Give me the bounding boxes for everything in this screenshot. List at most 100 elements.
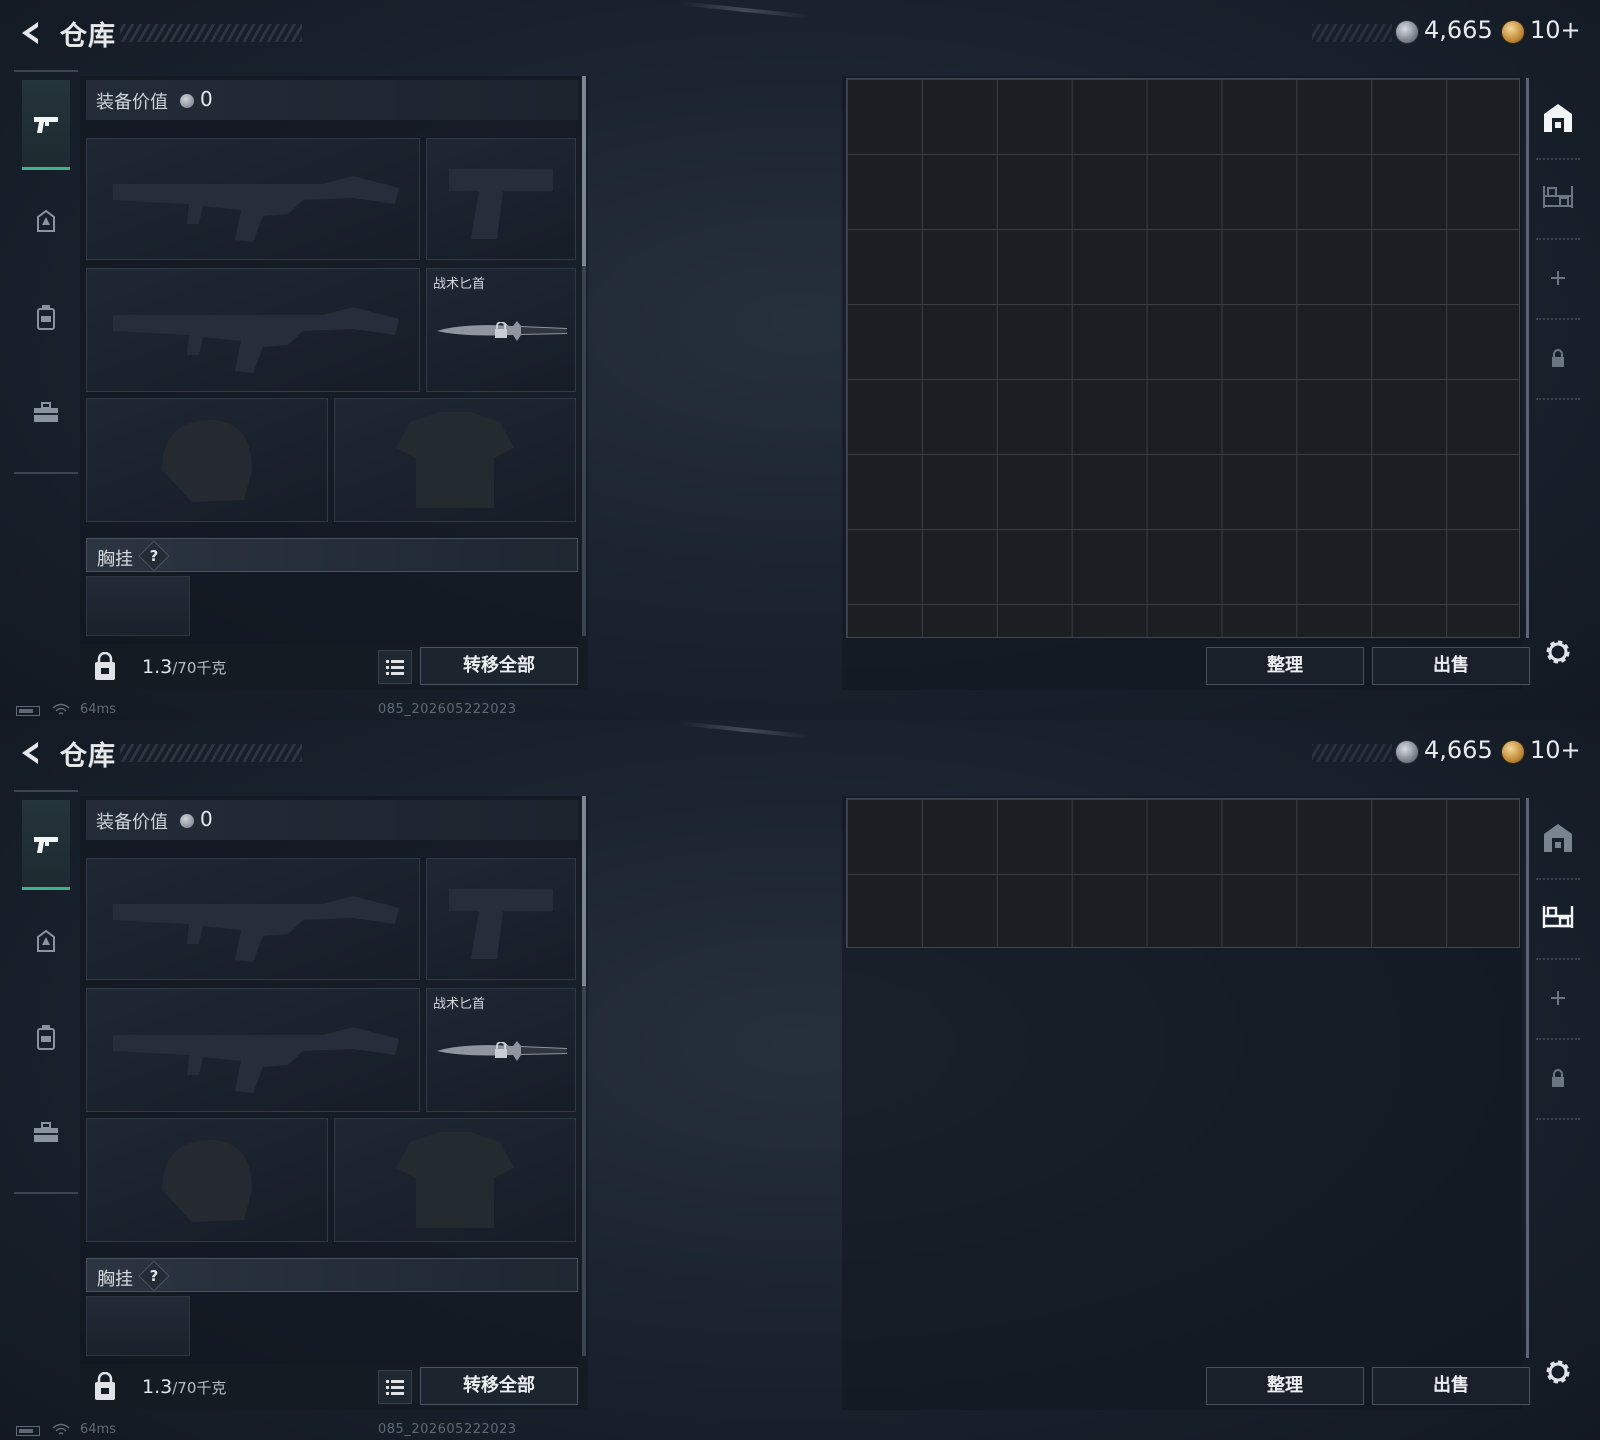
category-rail bbox=[14, 70, 78, 474]
warehouse-screen: 仓库 4,665 10+ 装备价值 0 战术匕首 胸挂 ? 1.3/70千克 转… bbox=[0, 0, 1600, 720]
equipment-scrollbar[interactable] bbox=[582, 76, 586, 636]
sidearm-slot[interactable] bbox=[426, 138, 576, 260]
page-title: 仓库 bbox=[60, 21, 116, 52]
helmet-silhouette-icon bbox=[162, 1140, 252, 1222]
chest-rig-label: 胸挂 bbox=[97, 549, 133, 570]
back-arrow-icon[interactable] bbox=[16, 18, 46, 48]
gold-currency-value[interactable]: 10+ bbox=[1530, 736, 1581, 764]
storage-tab[interactable] bbox=[1540, 100, 1576, 136]
category-supplies[interactable] bbox=[22, 1088, 70, 1178]
rail-separator bbox=[1536, 318, 1580, 320]
list-view-button[interactable] bbox=[378, 1370, 412, 1404]
equipment-scrollbar[interactable] bbox=[582, 796, 586, 1356]
primary-weapon-slot[interactable] bbox=[86, 138, 420, 260]
equipment-value-label: 装备价值 bbox=[96, 812, 168, 833]
add-icon bbox=[1551, 271, 1565, 285]
storage-grid[interactable] bbox=[846, 78, 1520, 638]
help-icon[interactable]: ? bbox=[138, 1260, 170, 1292]
sell-button[interactable]: 出售 bbox=[1372, 1367, 1530, 1405]
rifle-silhouette-icon bbox=[113, 1027, 399, 1093]
helmet-silhouette-icon bbox=[162, 420, 252, 502]
chest-rig-header: 胸挂 ? bbox=[86, 1258, 578, 1292]
list-icon bbox=[386, 660, 404, 675]
storage-tab[interactable] bbox=[1540, 820, 1576, 856]
melee-item-label: 战术匕首 bbox=[433, 997, 486, 1012]
secondary-weapon-slot[interactable] bbox=[86, 268, 420, 392]
category-rail bbox=[14, 790, 78, 1194]
sort-button[interactable]: 整理 bbox=[1206, 1367, 1364, 1405]
build-id: 085_202605222023 bbox=[378, 702, 517, 717]
melee-slot[interactable]: 战术匕首 bbox=[426, 268, 576, 392]
list-view-button[interactable] bbox=[378, 650, 412, 684]
equipment-value: 0 bbox=[200, 807, 213, 831]
category-protection[interactable] bbox=[22, 896, 70, 986]
primary-weapon-slot[interactable] bbox=[86, 858, 420, 980]
shelf-tab[interactable] bbox=[1540, 898, 1576, 934]
silver-currency-value: 4,665 bbox=[1424, 16, 1493, 44]
locked-storage-tab[interactable] bbox=[1540, 1060, 1576, 1096]
rifle-silhouette-icon bbox=[113, 176, 399, 242]
add-storage-tab[interactable] bbox=[1540, 260, 1576, 296]
chest-rig-slot[interactable] bbox=[86, 576, 190, 636]
armor-slot[interactable] bbox=[334, 1118, 576, 1242]
helmet-slot[interactable] bbox=[86, 398, 328, 522]
gold-coin-icon bbox=[1502, 741, 1524, 763]
storage-grid[interactable] bbox=[846, 798, 1520, 948]
help-icon[interactable]: ? bbox=[138, 540, 170, 572]
title-decoration bbox=[120, 744, 302, 762]
gold-currency-value[interactable]: 10+ bbox=[1530, 16, 1581, 44]
storage-scrollbar[interactable] bbox=[1526, 78, 1529, 638]
gear-icon[interactable] bbox=[1542, 636, 1574, 668]
sidearm-slot[interactable] bbox=[426, 858, 576, 980]
silver-coin-icon bbox=[180, 814, 194, 828]
chest-rig-slot[interactable] bbox=[86, 1296, 190, 1356]
category-backpack[interactable] bbox=[22, 272, 70, 362]
sort-button[interactable]: 整理 bbox=[1206, 647, 1364, 685]
warehouse-screen: 仓库 4,665 10+ 装备价值 0 战术匕首 胸挂 ? 1.3/70千克 转… bbox=[0, 720, 1600, 1440]
wifi-icon bbox=[52, 703, 70, 715]
rifle-silhouette-icon bbox=[113, 896, 399, 962]
sell-button[interactable]: 出售 bbox=[1372, 647, 1530, 685]
category-supplies[interactable] bbox=[22, 368, 70, 458]
melee-slot[interactable]: 战术匕首 bbox=[426, 988, 576, 1112]
rail-separator bbox=[1536, 1118, 1580, 1120]
bag-lock-icon[interactable] bbox=[92, 1372, 118, 1402]
pistol-silhouette-icon bbox=[449, 169, 553, 239]
page-title: 仓库 bbox=[60, 741, 116, 772]
storage-icon bbox=[1544, 104, 1572, 132]
toolbox-icon bbox=[34, 402, 58, 422]
gear-icon[interactable] bbox=[1542, 1356, 1574, 1388]
armor-slot[interactable] bbox=[334, 398, 576, 522]
back-arrow-icon[interactable] bbox=[16, 738, 46, 768]
helmet-icon bbox=[37, 929, 55, 952]
category-protection[interactable] bbox=[22, 176, 70, 266]
transfer-all-button[interactable]: 转移全部 bbox=[420, 1367, 578, 1405]
equipment-value-label: 装备价值 bbox=[96, 92, 168, 113]
title-decoration bbox=[120, 24, 302, 42]
transfer-all-button[interactable]: 转移全部 bbox=[420, 647, 578, 685]
category-weapons[interactable] bbox=[22, 800, 70, 890]
battery-icon bbox=[16, 706, 40, 716]
chest-rig-header: 胸挂 ? bbox=[86, 538, 578, 572]
build-id: 085_202605222023 bbox=[378, 1422, 517, 1437]
category-weapons[interactable] bbox=[22, 80, 70, 170]
secondary-weapon-slot[interactable] bbox=[86, 988, 420, 1112]
silver-coin-icon bbox=[1396, 741, 1418, 763]
storage-scrollbar[interactable] bbox=[1526, 798, 1529, 1358]
rail-separator bbox=[1536, 1038, 1580, 1040]
equipment-value-row: 装备价值 0 bbox=[86, 800, 578, 840]
shelf-icon bbox=[1543, 186, 1573, 208]
backpack-icon bbox=[37, 305, 55, 330]
category-backpack[interactable] bbox=[22, 992, 70, 1082]
armor-silhouette-icon bbox=[396, 412, 514, 508]
add-storage-tab[interactable] bbox=[1540, 980, 1576, 1016]
rail-separator bbox=[1536, 398, 1580, 400]
shelf-tab[interactable] bbox=[1540, 178, 1576, 214]
bag-lock-icon[interactable] bbox=[92, 652, 118, 682]
helmet-slot[interactable] bbox=[86, 1118, 328, 1242]
ping-readout: 64ms bbox=[80, 1422, 116, 1437]
rifle-silhouette-icon bbox=[113, 307, 399, 373]
locked-storage-tab[interactable] bbox=[1540, 340, 1576, 376]
gold-coin-icon bbox=[1502, 21, 1524, 43]
list-icon bbox=[386, 1380, 404, 1395]
